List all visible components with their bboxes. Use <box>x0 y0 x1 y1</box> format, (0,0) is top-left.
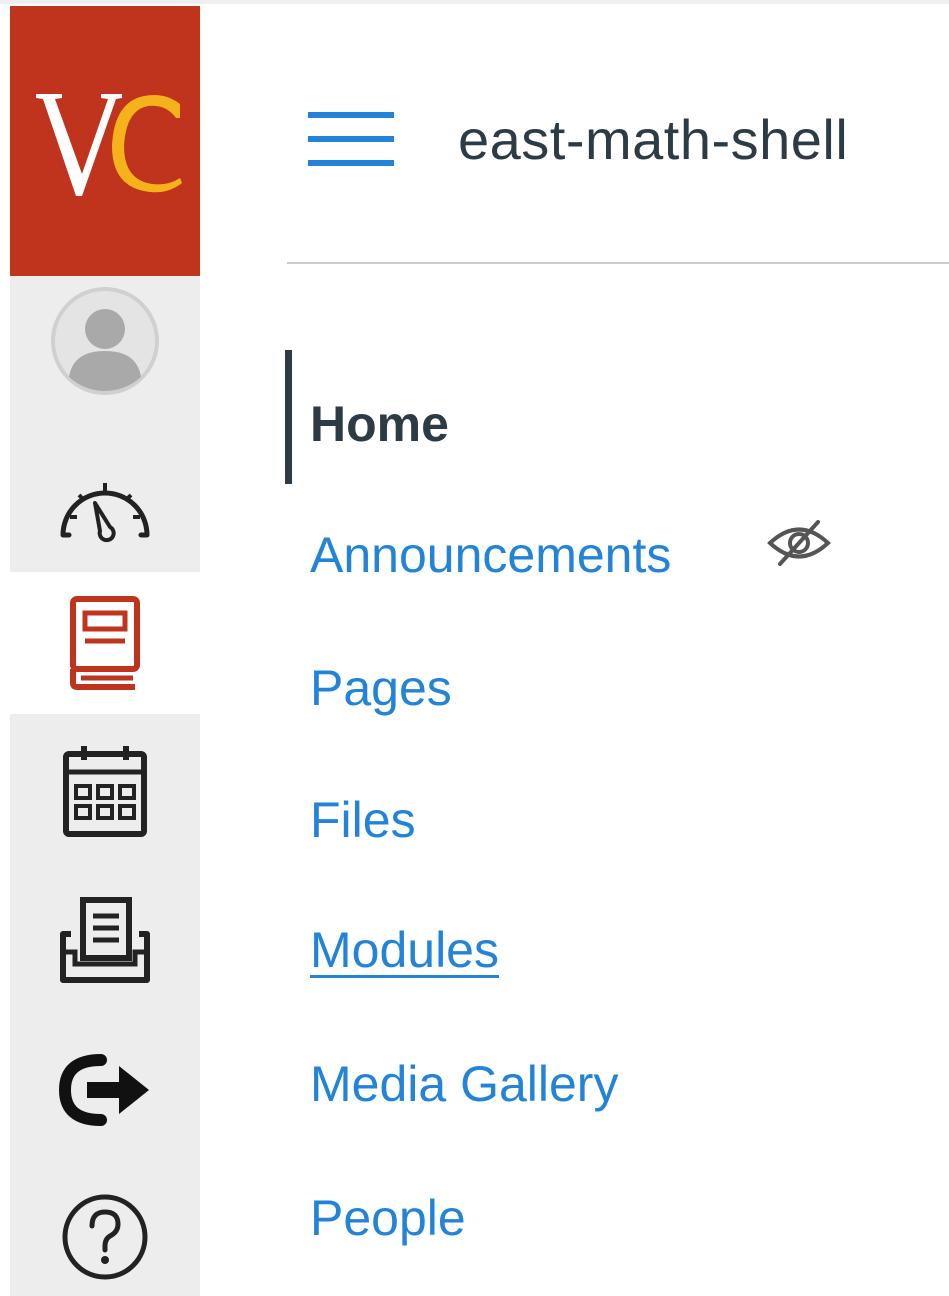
course-title[interactable]: east-math-shell <box>458 104 848 176</box>
course-nav-modules[interactable]: Modules <box>310 920 499 980</box>
vc-logo-icon <box>36 94 182 196</box>
course-menu-toggle[interactable] <box>300 104 400 174</box>
hamburger-icon <box>308 112 394 166</box>
nav-help[interactable] <box>10 1178 200 1296</box>
course-nav-people[interactable]: People <box>310 1188 466 1248</box>
top-border <box>0 0 949 4</box>
institution-logo[interactable] <box>10 6 200 276</box>
header-divider <box>287 262 949 264</box>
course-nav-announcements[interactable]: Announcements <box>310 525 671 585</box>
active-indicator <box>285 350 292 484</box>
nav-history[interactable] <box>10 1030 200 1150</box>
nav-inbox[interactable] <box>10 880 200 1000</box>
course-nav-home[interactable]: Home <box>310 394 449 454</box>
nav-account[interactable] <box>10 276 200 406</box>
course-nav-media-gallery[interactable]: Media Gallery <box>310 1054 618 1114</box>
speedometer-icon <box>60 483 150 543</box>
user-avatar-icon <box>51 287 159 395</box>
inbox-icon <box>60 897 150 983</box>
course-nav-pages[interactable]: Pages <box>310 658 452 718</box>
course-nav-files[interactable]: Files <box>310 790 416 850</box>
nav-calendar[interactable] <box>10 730 200 850</box>
book-icon <box>70 596 140 690</box>
nav-dashboard[interactable] <box>10 440 200 570</box>
calendar-icon <box>63 746 147 837</box>
eye-slash-icon <box>764 518 834 568</box>
help-circle-icon <box>62 1194 148 1280</box>
nav-courses[interactable] <box>10 572 200 714</box>
arrow-out-icon <box>58 1054 149 1126</box>
